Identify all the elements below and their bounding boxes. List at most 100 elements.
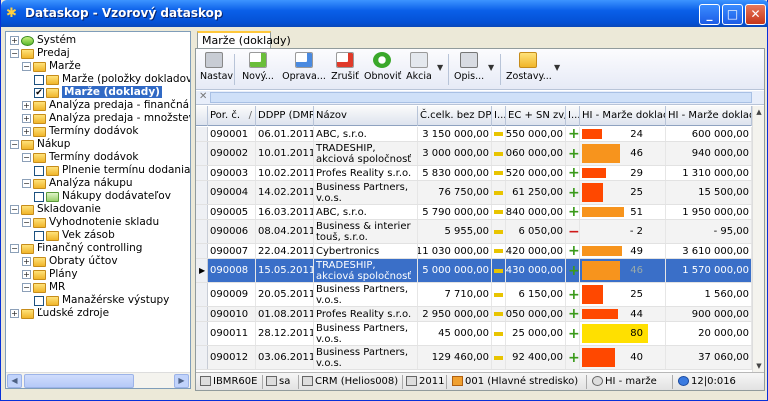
row-indicator[interactable]: [196, 307, 208, 321]
row-indicator[interactable]: [196, 205, 208, 219]
novy-button[interactable]: Nový...: [240, 52, 276, 88]
column-header[interactable]: HI - Marže doklad: [666, 106, 752, 126]
oprava-button[interactable]: Oprava...: [282, 52, 326, 88]
tree-node[interactable]: − Skladovanie: [10, 203, 101, 216]
tree-node[interactable]: + Ľudské zdroje: [10, 307, 109, 320]
collapse-icon[interactable]: −: [22, 218, 31, 227]
tree-node[interactable]: − Analýza nákupu: [22, 177, 133, 190]
tree-node[interactable]: + Systém: [10, 34, 76, 47]
row-indicator[interactable]: [196, 322, 208, 345]
column-header[interactable]: DDPP (DMR): [256, 106, 314, 126]
expand-icon[interactable]: +: [22, 257, 31, 266]
column-header[interactable]: HI - Marže doklad %: [580, 106, 666, 126]
table-row[interactable]: 09000106.01.2011ABC, s.r.o.3 150 000,00 2…: [196, 127, 752, 142]
row-indicator[interactable]: [196, 220, 208, 243]
navigation-tree[interactable]: + Systém − Predaj − Marže Marže (položky dokla…: [5, 31, 191, 389]
table-row[interactable]: 090002 10.01.2011 TRADESHIP, akciová spolo…: [196, 142, 752, 166]
checkbox[interactable]: [34, 74, 44, 85]
data-grid[interactable]: Por. č. / DDPP (DMR) Názov Č.celk. bez DP..…: [196, 106, 752, 372]
column-header[interactable]: I...: [492, 106, 506, 126]
row-indicator[interactable]: [196, 346, 208, 369]
table-row[interactable]: 090004 14.02.2011 Business Partners, v.o.s…: [196, 181, 752, 205]
scroll-up-icon[interactable]: ▲: [753, 106, 765, 118]
column-header[interactable]: Č.celk. bez DP...: [418, 106, 492, 126]
tree-node[interactable]: − Finančný controlling: [10, 242, 142, 255]
checkbox[interactable]: ✔: [34, 87, 44, 98]
tree-node[interactable]: Plnenie termínu dodania -: [34, 164, 190, 177]
collapse-icon[interactable]: −: [10, 244, 19, 253]
row-indicator[interactable]: [196, 244, 208, 258]
table-row[interactable]: 090011 28.12.2011 Business Partners, v.o.s…: [196, 322, 752, 346]
tab-marze-doklady[interactable]: Marže (doklady): [197, 31, 291, 49]
column-header[interactable]: I...: [566, 106, 580, 126]
tree-node[interactable]: + Obraty účtov: [22, 255, 118, 268]
expand-icon[interactable]: +: [10, 309, 19, 318]
collapse-icon[interactable]: −: [22, 62, 31, 71]
scroll-right-icon[interactable]: ▶: [174, 374, 189, 388]
maximize-button[interactable]: □: [722, 4, 743, 25]
row-indicator[interactable]: [196, 283, 208, 306]
tree-node[interactable]: Nákupy dodávateľov: [34, 190, 171, 203]
scroll-down-icon[interactable]: ▼: [753, 360, 765, 372]
obnovit-button[interactable]: Obnoviť: [364, 52, 401, 88]
tree-node[interactable]: Manažérske výstupy: [34, 294, 169, 307]
tree-node[interactable]: − Vyhodnotenie skladu: [22, 216, 159, 229]
table-row[interactable]: 090009 20.05.2011 Business Partners, v.o.s…: [196, 283, 752, 307]
expand-icon[interactable]: +: [22, 127, 31, 136]
expand-icon[interactable]: +: [22, 101, 31, 110]
table-row[interactable]: 090003 10.02.2011 Profes Reality s.r.o. 5 8…: [196, 166, 752, 181]
tree-node[interactable]: + Analýza predaja - finančná (HD): [22, 99, 190, 112]
tree-node[interactable]: ✔ Marže (doklady): [34, 86, 162, 99]
scroll-left-icon[interactable]: ◀: [7, 374, 22, 388]
checkbox[interactable]: [34, 295, 44, 306]
filter-row[interactable]: ✕: [196, 91, 764, 105]
zostavy-button[interactable]: Zostavy...: [506, 52, 552, 88]
row-indicator[interactable]: [196, 181, 208, 204]
tree-node[interactable]: Vek zásob: [34, 229, 115, 242]
close-button[interactable]: ✕: [745, 4, 766, 25]
filter-input[interactable]: [210, 92, 752, 103]
checkbox[interactable]: [34, 230, 44, 241]
grid-vertical-scrollbar[interactable]: ▲ ▼: [752, 106, 764, 372]
checkbox[interactable]: [34, 191, 44, 202]
title-bar[interactable]: ✱ Dataskop - Vzorový dataskop _ □ ✕: [1, 0, 768, 27]
tree-node[interactable]: − MR: [22, 281, 65, 294]
collapse-icon[interactable]: −: [22, 283, 31, 292]
tree-node[interactable]: − Nákup: [10, 138, 70, 151]
row-indicator[interactable]: [196, 127, 208, 141]
row-indicator[interactable]: [196, 142, 208, 165]
column-header[interactable]: EC + SN zv/sn: [506, 106, 566, 126]
table-row[interactable]: 090007 22.04.2011 Cybertronics 11 030 000,0…: [196, 244, 752, 259]
collapse-icon[interactable]: −: [10, 140, 19, 149]
opis-button[interactable]: Opis...: [454, 52, 484, 88]
row-indicator[interactable]: ▶: [196, 259, 208, 282]
scroll-thumb[interactable]: [24, 374, 134, 388]
tree-node[interactable]: + Termíny dodávok: [22, 125, 138, 138]
tree-horizontal-scrollbar[interactable]: ◀ ▶: [6, 372, 190, 388]
opis-dropdown-icon[interactable]: ▼: [488, 63, 494, 72]
collapse-icon[interactable]: −: [22, 179, 31, 188]
minimize-button[interactable]: _: [699, 4, 720, 25]
expand-icon[interactable]: +: [10, 36, 19, 45]
tree-node[interactable]: + Analýza predaja - množstevná (P: [22, 112, 190, 125]
tree-node[interactable]: − Marže: [22, 60, 81, 73]
zostavy-dropdown-icon[interactable]: ▼: [554, 63, 560, 72]
clear-filter-icon[interactable]: ✕: [199, 91, 207, 102]
akcia-button[interactable]: Akcia: [404, 52, 434, 88]
zrusit-button[interactable]: Zrušiť: [330, 52, 360, 88]
nastav-button[interactable]: Nastav: [200, 52, 233, 88]
column-header[interactable]: Názov: [314, 106, 418, 126]
tree-node[interactable]: − Termíny dodávok: [22, 151, 138, 164]
table-row[interactable]: 090010 01.08.2011 Profes Reality s.r.o. 2 9…: [196, 307, 752, 322]
akcia-dropdown-icon[interactable]: ▼: [437, 63, 443, 72]
tree-node[interactable]: Marže (položky dokladov): [34, 73, 190, 86]
tree-node[interactable]: + Plány: [22, 268, 78, 281]
expand-icon[interactable]: +: [22, 270, 31, 279]
table-row[interactable]: 090006 08.04.2011 Business & interier touš…: [196, 220, 752, 244]
tree-node[interactable]: − Predaj: [10, 47, 70, 60]
collapse-icon[interactable]: −: [22, 153, 31, 162]
row-indicator[interactable]: [196, 166, 208, 180]
table-row[interactable]: ▶ 090008 15.05.2011 TRADESHIP, akciová spol…: [196, 259, 752, 283]
collapse-icon[interactable]: −: [10, 205, 19, 214]
collapse-icon[interactable]: −: [10, 49, 19, 58]
